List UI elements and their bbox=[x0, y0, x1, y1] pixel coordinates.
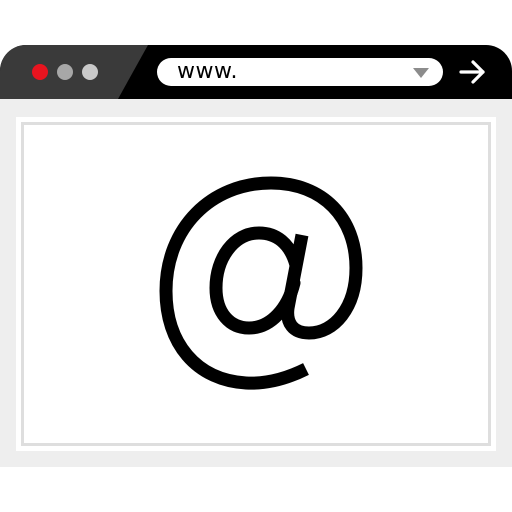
title-bar: www. bbox=[0, 45, 512, 99]
minimize-window-button[interactable] bbox=[57, 64, 73, 80]
at-sign-icon bbox=[156, 173, 366, 393]
address-bar[interactable]: www. bbox=[157, 58, 443, 86]
title-bar-accent bbox=[0, 45, 150, 99]
address-bar-value[interactable]: www. bbox=[177, 60, 238, 84]
browser-window: www. bbox=[0, 45, 512, 467]
maximize-window-button[interactable] bbox=[82, 64, 98, 80]
page-viewport bbox=[0, 99, 512, 467]
arrow-right-icon bbox=[459, 60, 485, 84]
chevron-down-icon[interactable] bbox=[413, 68, 429, 78]
content-frame bbox=[16, 117, 496, 451]
forward-button[interactable] bbox=[456, 58, 490, 86]
content-area bbox=[21, 122, 491, 446]
close-window-button[interactable] bbox=[32, 64, 48, 80]
